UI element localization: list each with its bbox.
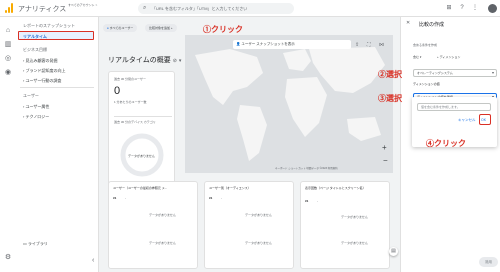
world-map[interactable]: 👤 ユーザー スナップショットを表示 ⇪ ⛶ ⋈ + − キーボード ショートカ… <box>185 35 393 173</box>
main-content: ● すべてのユーザー 比較対象を追加 + ①クリック リアルタイムの概要 ⊘ ▾… <box>99 17 400 272</box>
check-circle-icon[interactable]: ⊘ <box>173 58 177 64</box>
audience-no-data-1: データがありません <box>245 213 272 217</box>
annotation-step2: ②選択 <box>378 70 402 79</box>
pageviews-dash: - <box>317 199 318 203</box>
panel-subtitle: 含める条件を作成 <box>413 43 438 47</box>
more-vert-icon[interactable]: ⋮ <box>471 4 479 12</box>
users-card: 過去 30 分間のユーザー 0 1 分あたりのユーザー数 過去 30 分のデバイ… <box>108 71 175 186</box>
chevron-down-icon: ▾ <box>491 70 494 75</box>
share-icon[interactable]: ⇪ <box>355 42 359 48</box>
segment-dot-icon: ● <box>107 26 109 30</box>
zoom-in-button[interactable]: + <box>382 143 387 152</box>
nav-item-tech[interactable]: › テクノロジー <box>23 114 49 120</box>
nav-section-business[interactable]: ビジネス目標 <box>23 47 47 53</box>
home-icon[interactable]: ⌂ <box>4 27 12 35</box>
audience-dash: - <box>221 196 222 200</box>
top-bar: アナリティクス すべてのアカウント > ⌕ 「URL を含むフィルタ」「UTM」… <box>0 0 500 17</box>
acquisition-rank: #1 <box>113 196 117 200</box>
acquisition-no-data-1: データがありません <box>149 213 176 217</box>
pageviews-rank: #1 <box>305 199 309 203</box>
map-snapshot-bar[interactable]: 👤 ユーザー スナップショットを表示 <box>233 40 351 49</box>
annotation-step3: ③選択 <box>378 94 402 103</box>
nav-item-library[interactable]: ▭ ライブラリ <box>23 241 48 247</box>
apps-grid-icon[interactable]: ⊞ <box>445 4 453 12</box>
search-input[interactable]: ⌕ 「URL を含むフィルタ」「UTM」と入力してください <box>138 3 294 14</box>
device-category-label: 過去 30 分のデバイス カテゴリ <box>114 120 156 124</box>
avatar[interactable] <box>488 4 497 13</box>
search-icon: ⌕ <box>143 5 147 11</box>
chip-all-users[interactable]: ● すべてのユーザー <box>103 24 138 32</box>
annotation-step4: ④クリック <box>426 139 466 148</box>
acquisition-no-data-2: データがありません <box>149 241 176 245</box>
nav-section-user[interactable]: ユーザー <box>23 93 39 99</box>
feedback-icon[interactable]: ▤ <box>389 247 398 256</box>
reports-icon[interactable]: ▥ <box>4 41 12 49</box>
nav-item-demographics[interactable]: › ユーザー属性 <box>23 104 49 110</box>
search-placeholder: 「URL を含むフィルタ」「UTM」と入力してください <box>152 6 248 11</box>
dropdown-icon[interactable]: ▾ <box>179 58 182 64</box>
reports-nav-panel: レポートのスナップショット リアルタイム ビジネス目標 › 見込み顧客の発掘 ›… <box>16 17 99 272</box>
apply-button[interactable]: 適用 <box>479 257 498 267</box>
panel-title: 比較の作成 <box>419 22 445 28</box>
page-title: リアルタイムの概要 ⊘ ▾ <box>108 57 182 64</box>
nav-snapshot[interactable]: レポートのスナップショット <box>23 23 75 29</box>
person-icon: 👤 <box>236 42 241 46</box>
help-icon[interactable]: ? <box>458 4 466 12</box>
annotation-step1: ①クリック <box>203 25 243 34</box>
values-label: ディメンションの値 <box>413 82 440 86</box>
collapse-nav-icon[interactable]: ‹ <box>92 257 94 264</box>
values-search-input[interactable]: 値を含む条件を作成します。 <box>417 103 491 111</box>
fullscreen-icon[interactable]: ⛶ <box>367 42 371 48</box>
acquisition-dash: - <box>125 196 126 200</box>
pageviews-card-title: 表示回数（ページ タイトルとスクリーン名） <box>305 186 366 190</box>
ok-highlight-box <box>479 114 491 125</box>
per-minute-label: 1 分あたりのユーザー数 <box>114 100 147 104</box>
explore-icon[interactable]: ◎ <box>4 55 12 63</box>
nav-divider <box>20 87 94 88</box>
acquisition-card: ユーザー（ユーザーの最初の参照元 メ... #1 - データがありません データ… <box>108 181 198 269</box>
advertising-icon[interactable]: ◉ <box>4 69 12 77</box>
users-30min-label: 過去 30 分間のユーザー <box>114 77 146 81</box>
include-select[interactable]: 含む ▾ <box>413 55 421 59</box>
dimension-button[interactable]: + ディメンション <box>437 55 460 59</box>
device-no-data: データがありません <box>128 154 155 158</box>
nav-item-leads[interactable]: › 見込み顧客の発掘 <box>23 58 57 64</box>
nav-item-realtime-label: リアルタイム <box>23 34 47 39</box>
app-name: アナリティクス <box>18 6 67 13</box>
audience-no-data-2: データがありません <box>245 241 272 245</box>
audience-rank: #1 <box>209 196 213 200</box>
pageviews-card: 表示回数（ページ タイトルとスクリーン名） #1 - データがありません データ… <box>300 181 390 269</box>
zoom-out-button[interactable]: − <box>383 156 388 165</box>
pageviews-no-data-2: データがありません <box>341 241 368 245</box>
close-panel-icon[interactable]: ✕ <box>406 20 410 26</box>
audience-card: ユーザー別（オーディエンス） #1 - データがありません データがありません <box>204 181 294 269</box>
audience-card-title: ユーザー別（オーディエンス） <box>209 186 251 190</box>
account-selector[interactable]: すべてのアカウント > <box>68 3 148 7</box>
card-divider <box>114 116 172 117</box>
nav-item-realtime[interactable]: リアルタイム <box>18 31 94 40</box>
nav-item-brand[interactable]: › ブランド認知度の向上 <box>23 68 65 74</box>
settings-gear-icon[interactable]: ⚙ <box>4 254 12 262</box>
acquisition-card-title: ユーザー（ユーザーの最初の参照元 メ... <box>113 186 168 190</box>
analytics-logo-icon[interactable] <box>5 3 14 13</box>
users-30min-value: 0 <box>114 85 121 97</box>
dimension-select[interactable]: オペレーティングシステム ▾ <box>413 69 497 77</box>
cancel-button[interactable]: キャンセル <box>458 118 476 123</box>
chip-add-comparison[interactable]: 比較対象を追加 + <box>145 24 177 32</box>
pageviews-no-data-1: データがありません <box>341 215 368 219</box>
map-footer: キーボード ショートカット 地図データ ©2023 利用規約 <box>275 167 338 170</box>
nav-item-behavior[interactable]: › ユーザー行動の調査 <box>23 78 61 84</box>
map-landmass <box>195 47 385 161</box>
left-rail: ⌂ ▥ ◎ ◉ ⚙ <box>0 17 16 272</box>
map-snapshot-label: 👤 ユーザー スナップショットを表示 <box>236 42 295 46</box>
insights-icon[interactable]: ⋈ <box>379 42 384 48</box>
